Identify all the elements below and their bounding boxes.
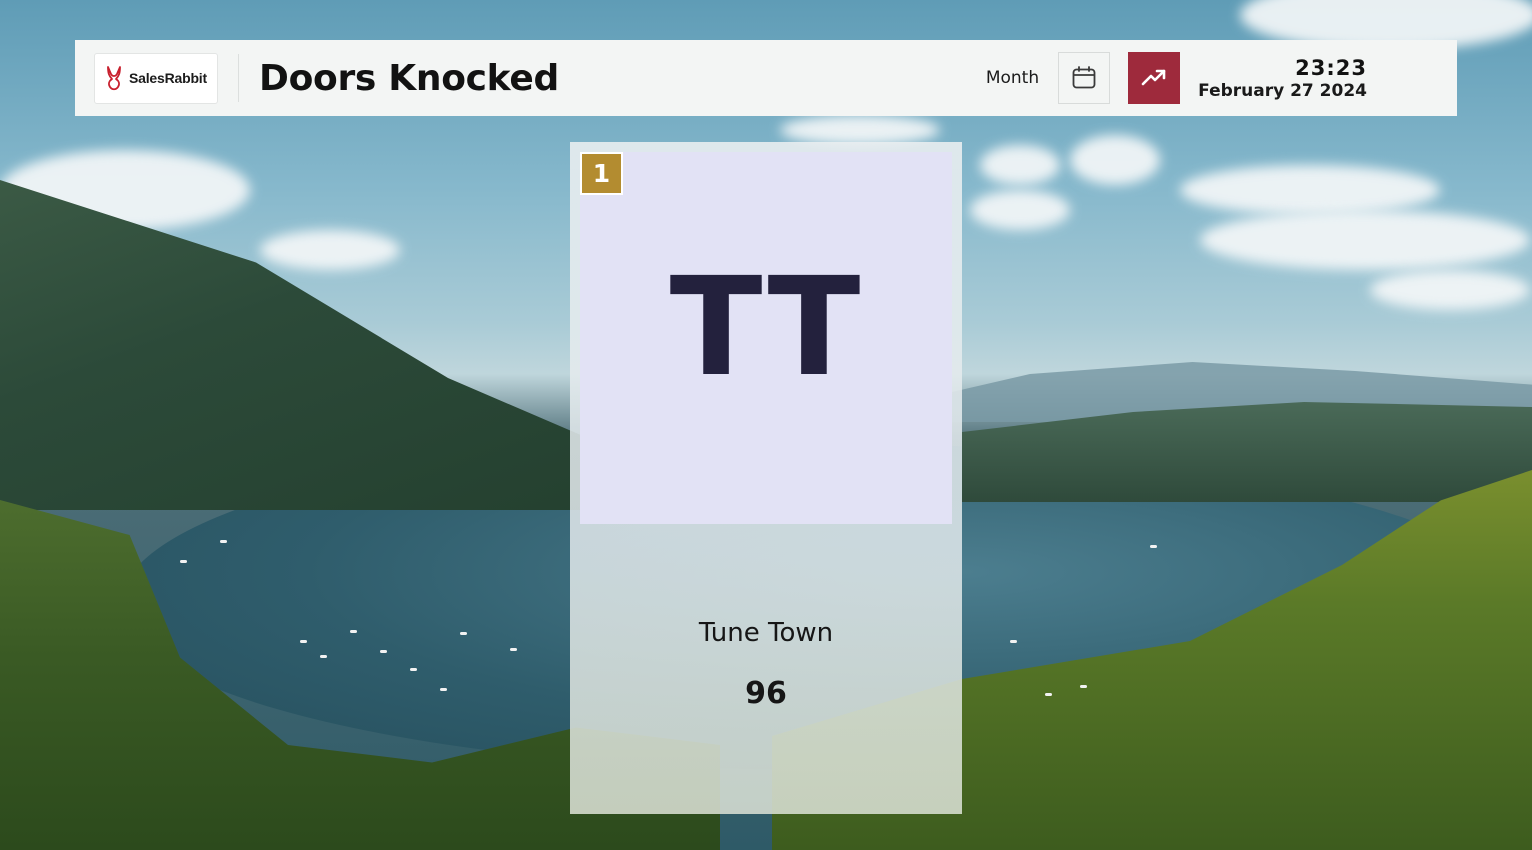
clock-time: 23:23 [1295, 55, 1367, 80]
clock-date: February 27 2024 [1198, 80, 1367, 101]
trend-button[interactable] [1128, 52, 1181, 104]
page-title: Doors Knocked [259, 57, 559, 99]
leader-score: 96 [745, 676, 787, 711]
clock: 23:23 February 27 2024 [1198, 56, 1367, 101]
leader-name: Tune Town [698, 618, 834, 648]
calendar-button[interactable] [1058, 52, 1111, 104]
top-bar: SalesRabbit Doors Knocked Month 23:23 Fe… [75, 40, 1457, 116]
avatar: TT [580, 152, 952, 524]
calendar-icon [1072, 66, 1096, 89]
salesrabbit-logo: SalesRabbit [94, 52, 218, 104]
rank-badge: 1 [580, 152, 623, 195]
header-controls: Month 23:23 February 27 2024 [986, 40, 1457, 116]
leaderboard-card[interactable]: TT 1 Tune Town 96 [570, 142, 962, 814]
period-label: Month [985, 68, 1040, 88]
logo-text: SalesRabbit [129, 70, 207, 86]
rabbit-logo-icon [107, 66, 121, 91]
header-divider [238, 54, 239, 102]
avatar-initials: TT [669, 249, 863, 407]
trending-up-icon [1141, 69, 1166, 86]
